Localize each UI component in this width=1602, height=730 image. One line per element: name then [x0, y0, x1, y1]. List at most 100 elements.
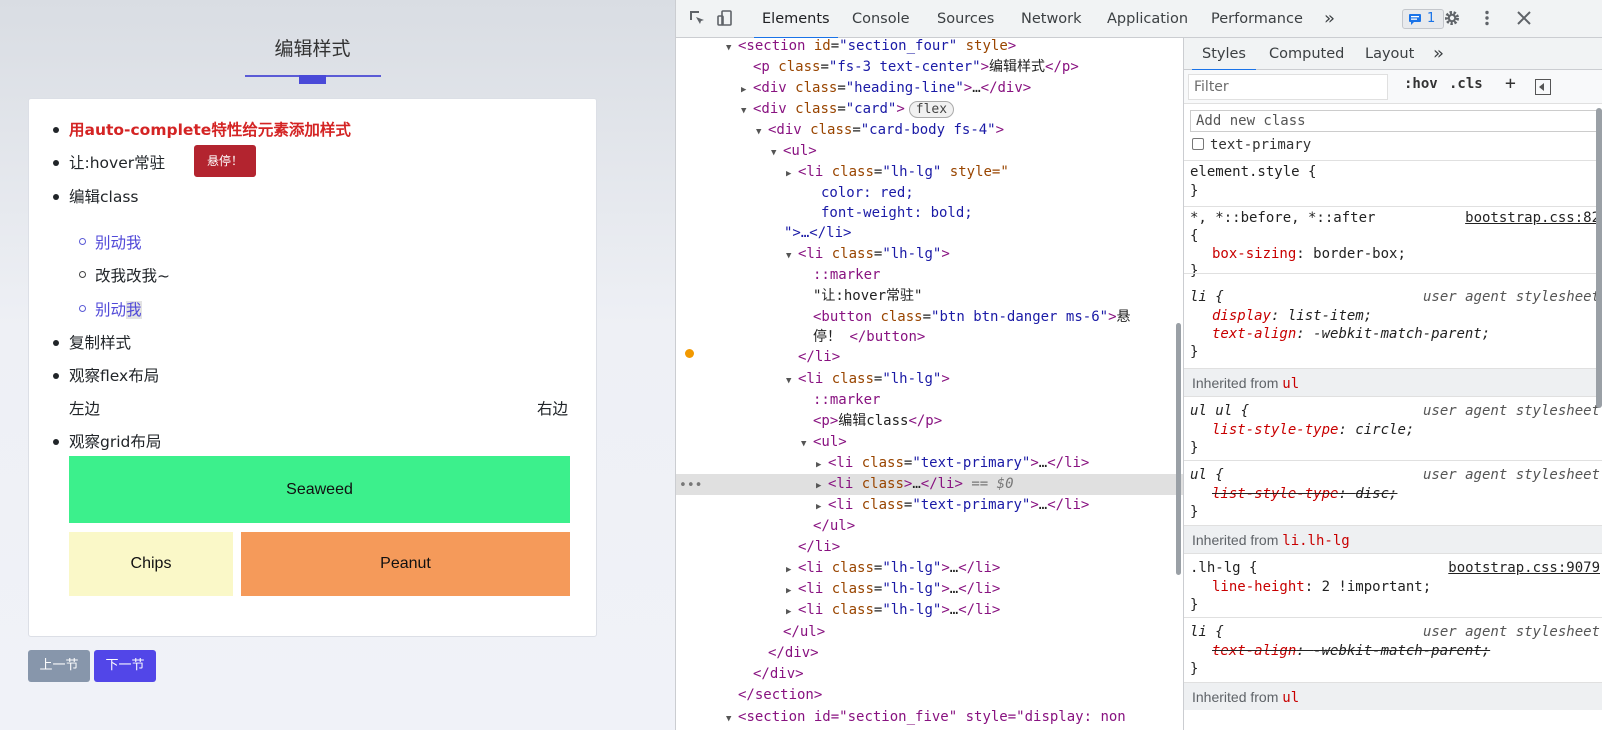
rule-li-ua-2[interactable]: li { user agent stylesheet text-align: -… [1184, 617, 1602, 681]
node-li-3-close: </li> [798, 539, 841, 555]
hover-button[interactable]: 悬停！ [194, 145, 256, 177]
node-section-close: </section> [738, 687, 823, 703]
ellipsis-icon[interactable]: ••• [679, 475, 702, 496]
styles-scrollbar[interactable] [1596, 108, 1602, 408]
add-class-input[interactable]: Add new class [1190, 110, 1602, 132]
node-inner-ul[interactable]: ▼ <ul> [801, 432, 847, 453]
node-button[interactable]: <button class="btn btn-danger ms-6">悬 [813, 307, 1131, 328]
tab-performance[interactable]: Performance [1211, 0, 1303, 38]
list-item-edit-class: 编辑class [69, 188, 139, 206]
node-inner-ul-close: </ul> [813, 518, 856, 534]
marker-pseudo[interactable]: ::marker [813, 390, 880, 411]
filter-input[interactable]: Filter [1188, 74, 1388, 100]
hov-toggle[interactable]: :hov [1404, 76, 1438, 92]
flex-left: 左边 [69, 400, 101, 418]
inherited-header: Inherited from ul [1184, 368, 1602, 396]
rule-lh-lg[interactable]: .lh-lg { bootstrap.css:9079 line-height:… [1184, 553, 1602, 617]
rule-selector: ul ul { [1190, 403, 1250, 419]
node-button-cont: 停！ </button> [813, 329, 926, 345]
tab-application[interactable]: Application [1107, 0, 1188, 38]
list-item-flex: 观察flex布局 [69, 367, 160, 385]
node-li-4[interactable]: ▶ <li class="lh-lg">…</li> [786, 558, 1000, 579]
flex-badge[interactable]: flex [908, 101, 955, 118]
sublist-item-2: 改我改我~ [95, 267, 170, 285]
node-ul[interactable]: ▼ <ul> [771, 141, 817, 162]
class-checkbox-row[interactable]: text-primary [1192, 137, 1311, 153]
node-section-four[interactable]: ▼ <section id="section_four" style> [726, 36, 1016, 57]
text-node-hover[interactable]: "让:hover常驻" [813, 286, 922, 307]
issues-count: 1 [1427, 11, 1436, 26]
rule-declaration[interactable]: line-height: 2 !important; [1212, 578, 1431, 597]
next-section-button[interactable]: 下一节 [94, 650, 156, 682]
device-toolbar-icon[interactable] [715, 9, 735, 29]
node-li-5[interactable]: ▶ <li class="lh-lg">…</li> [786, 579, 1000, 600]
styles-pane: Styles Computed Layout » Filter :hov .cl… [1183, 38, 1602, 730]
list-bullet [53, 194, 59, 200]
rule-declaration[interactable]: box-sizing: border-box; [1212, 245, 1406, 264]
node-li-1[interactable]: ▶ <li class="lh-lg" style=" [786, 162, 1009, 183]
tab-computed[interactable]: Computed [1269, 38, 1344, 70]
rule-source-link[interactable]: bootstrap.css:9079 [1448, 559, 1600, 578]
rule-brace: } [1190, 504, 1199, 520]
inline-style-close: ">…</li> [784, 225, 852, 241]
class-checkbox[interactable] [1192, 138, 1204, 150]
rule-ul[interactable]: ul { user agent stylesheet list-style-ty… [1184, 460, 1602, 524]
list-circle [79, 305, 86, 312]
toggle-sidebar-icon[interactable] [1535, 79, 1551, 95]
more-tabs-chevron-icon[interactable]: » [1433, 38, 1444, 70]
elements-scrollbar[interactable] [1176, 323, 1181, 575]
tab-console[interactable]: Console [852, 0, 910, 38]
highlighted-text: 我 [126, 301, 142, 319]
prev-section-button[interactable]: 上一节 [28, 650, 90, 682]
node-p-title[interactable]: <p class="fs-3 text-center">编辑样式</p> [753, 57, 1079, 78]
rule-element-style[interactable]: element.style { } [1184, 160, 1602, 206]
node-li-2-close: </li> [798, 349, 841, 365]
inherited-header: Inherited from ul [1184, 682, 1602, 710]
list-bullet [53, 127, 59, 133]
elements-tree: ••• ▼ <section id="section_four" style> <… [676, 38, 1183, 730]
rule-universal[interactable]: *, *::before, *::after bootstrap.css:82 … [1184, 206, 1602, 279]
marker-pseudo[interactable]: ::marker [813, 265, 880, 286]
sublist-item-3-text: 别动 [95, 301, 127, 319]
tab-layout[interactable]: Layout [1365, 38, 1414, 70]
section-title: 编辑样式 [274, 38, 351, 60]
tab-elements[interactable]: Elements [754, 0, 838, 39]
message-icon [1409, 14, 1421, 25]
node-p-edit-class[interactable]: <p>编辑class</p> [813, 411, 942, 432]
ua-label: user agent stylesheet [1422, 289, 1600, 305]
rule-li-ua[interactable]: li { user agent stylesheet display: list… [1184, 273, 1602, 368]
rule-declaration-overridden: text-align: -webkit-match-parent; [1212, 643, 1491, 659]
rule-ul-ul[interactable]: ul ul { user agent stylesheet list-style… [1184, 396, 1602, 460]
node-li-selected[interactable]: ▶ <li class>…</li> == $0 [816, 474, 1014, 495]
rule-declaration: display: list-item; [1212, 308, 1373, 324]
node-heading-line[interactable]: ▶ <div class="heading-line">…</div> [741, 78, 1031, 99]
tab-network[interactable]: Network [1021, 0, 1082, 38]
node-li-2[interactable]: ▼ <li class="lh-lg"> [786, 244, 950, 265]
issues-badge[interactable]: 1 [1402, 9, 1444, 29]
node-li-6[interactable]: ▶ <li class="lh-lg">…</li> [786, 600, 1000, 621]
node-li-3[interactable]: ▼ <li class="lh-lg"> [786, 369, 950, 390]
node-li-text-primary-1[interactable]: ▶ <li class="text-primary">…</li> [816, 453, 1089, 474]
web-page: 编辑样式 用auto-complete特性给元素添加样式 让:hover常驻 悬… [0, 0, 675, 730]
close-icon[interactable] [1514, 9, 1534, 29]
kebab-menu-icon[interactable] [1477, 9, 1497, 29]
rule-declaration-overridden: list-style-type: disc; [1212, 486, 1398, 502]
cls-toggle[interactable]: .cls [1449, 76, 1483, 92]
heading-line-accent [299, 75, 326, 84]
node-section-five[interactable]: ▼ <section id="section_five" style="displ… [726, 707, 1126, 728]
class-checkbox-label: text-primary [1210, 137, 1312, 153]
rule-source-link[interactable]: bootstrap.css:82 [1465, 209, 1600, 228]
grid-cell-peanut: Peanut [241, 532, 570, 596]
grid-cell-chips: Chips [69, 532, 233, 596]
node-li-text-primary-2[interactable]: ▶ <li class="text-primary">…</li> [816, 495, 1089, 516]
plus-icon[interactable]: + [1505, 73, 1516, 94]
inspect-element-icon[interactable] [687, 9, 707, 29]
list-item-hover: 让:hover常驻 [69, 154, 166, 172]
tab-sources[interactable]: Sources [937, 0, 994, 38]
warning-dot-icon [685, 349, 694, 358]
tab-styles[interactable]: Styles [1192, 38, 1256, 71]
gear-icon[interactable] [1442, 9, 1462, 29]
node-card[interactable]: ▼ <div class="card"> flex [741, 99, 955, 120]
more-tabs-chevron-icon[interactable]: » [1324, 0, 1335, 38]
node-card-body[interactable]: ▼ <div class="card-body fs-4"> [756, 120, 1004, 141]
